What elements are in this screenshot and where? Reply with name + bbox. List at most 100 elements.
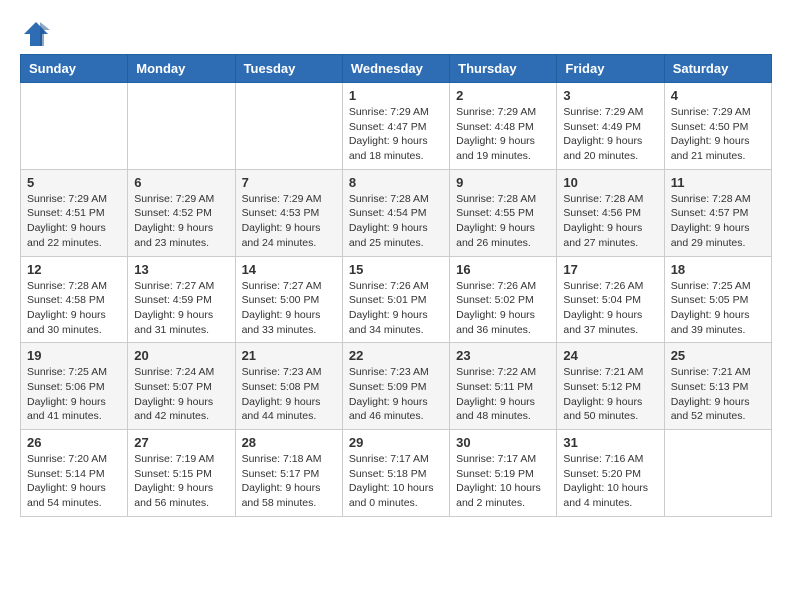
day-number: 6	[134, 175, 228, 190]
day-number: 22	[349, 348, 443, 363]
day-info: Sunrise: 7:29 AMSunset: 4:47 PMDaylight:…	[349, 105, 443, 164]
day-info: Sunrise: 7:23 AMSunset: 5:09 PMDaylight:…	[349, 365, 443, 424]
day-info: Sunrise: 7:23 AMSunset: 5:08 PMDaylight:…	[242, 365, 336, 424]
calendar-cell	[21, 83, 128, 170]
day-number: 27	[134, 435, 228, 450]
day-info: Sunrise: 7:22 AMSunset: 5:11 PMDaylight:…	[456, 365, 550, 424]
calendar-body: 1 Sunrise: 7:29 AMSunset: 4:47 PMDaylight…	[21, 83, 772, 517]
day-info: Sunrise: 7:29 AMSunset: 4:52 PMDaylight:…	[134, 192, 228, 251]
day-number: 29	[349, 435, 443, 450]
header-cell-monday: Monday	[128, 55, 235, 83]
logo	[20, 20, 50, 44]
day-info: Sunrise: 7:29 AMSunset: 4:51 PMDaylight:…	[27, 192, 121, 251]
calendar-cell	[664, 430, 771, 517]
day-info: Sunrise: 7:21 AMSunset: 5:12 PMDaylight:…	[563, 365, 657, 424]
calendar-cell	[128, 83, 235, 170]
day-info: Sunrise: 7:20 AMSunset: 5:14 PMDaylight:…	[27, 452, 121, 511]
day-number: 18	[671, 262, 765, 277]
day-number: 26	[27, 435, 121, 450]
calendar-cell: 30 Sunrise: 7:17 AMSunset: 5:19 PMDayligh…	[450, 430, 557, 517]
day-info: Sunrise: 7:28 AMSunset: 4:54 PMDaylight:…	[349, 192, 443, 251]
calendar-cell: 8 Sunrise: 7:28 AMSunset: 4:54 PMDaylight…	[342, 169, 449, 256]
day-number: 8	[349, 175, 443, 190]
calendar-cell: 24 Sunrise: 7:21 AMSunset: 5:12 PMDayligh…	[557, 343, 664, 430]
calendar-cell: 10 Sunrise: 7:28 AMSunset: 4:56 PMDayligh…	[557, 169, 664, 256]
day-info: Sunrise: 7:29 AMSunset: 4:50 PMDaylight:…	[671, 105, 765, 164]
day-number: 7	[242, 175, 336, 190]
day-number: 16	[456, 262, 550, 277]
day-number: 1	[349, 88, 443, 103]
calendar-cell: 4 Sunrise: 7:29 AMSunset: 4:50 PMDaylight…	[664, 83, 771, 170]
calendar-cell: 17 Sunrise: 7:26 AMSunset: 5:04 PMDayligh…	[557, 256, 664, 343]
calendar-week-2: 5Sunrise: 7:29 AMSunset: 4:51 PMDaylight…	[21, 169, 772, 256]
calendar-cell: 15 Sunrise: 7:26 AMSunset: 5:01 PMDayligh…	[342, 256, 449, 343]
day-number: 19	[27, 348, 121, 363]
day-info: Sunrise: 7:27 AMSunset: 4:59 PMDaylight:…	[134, 279, 228, 338]
day-info: Sunrise: 7:25 AMSunset: 5:05 PMDaylight:…	[671, 279, 765, 338]
day-number: 11	[671, 175, 765, 190]
day-info: Sunrise: 7:28 AMSunset: 4:56 PMDaylight:…	[563, 192, 657, 251]
day-info: Sunrise: 7:28 AMSunset: 4:55 PMDaylight:…	[456, 192, 550, 251]
calendar-cell: 2 Sunrise: 7:29 AMSunset: 4:48 PMDaylight…	[450, 83, 557, 170]
header-cell-sunday: Sunday	[21, 55, 128, 83]
day-number: 14	[242, 262, 336, 277]
day-info: Sunrise: 7:24 AMSunset: 5:07 PMDaylight:…	[134, 365, 228, 424]
day-info: Sunrise: 7:28 AMSunset: 4:58 PMDaylight:…	[27, 279, 121, 338]
calendar-cell: 6 Sunrise: 7:29 AMSunset: 4:52 PMDaylight…	[128, 169, 235, 256]
header-cell-thursday: Thursday	[450, 55, 557, 83]
day-number: 24	[563, 348, 657, 363]
day-number: 12	[27, 262, 121, 277]
calendar-cell: 13Sunrise: 7:27 AMSunset: 4:59 PMDayligh…	[128, 256, 235, 343]
calendar-cell	[235, 83, 342, 170]
day-info: Sunrise: 7:29 AMSunset: 4:49 PMDaylight:…	[563, 105, 657, 164]
header-cell-saturday: Saturday	[664, 55, 771, 83]
day-info: Sunrise: 7:17 AMSunset: 5:19 PMDaylight:…	[456, 452, 550, 511]
day-number: 4	[671, 88, 765, 103]
day-number: 21	[242, 348, 336, 363]
day-number: 23	[456, 348, 550, 363]
header-cell-wednesday: Wednesday	[342, 55, 449, 83]
calendar-cell: 20 Sunrise: 7:24 AMSunset: 5:07 PMDayligh…	[128, 343, 235, 430]
day-number: 25	[671, 348, 765, 363]
calendar-week-5: 26 Sunrise: 7:20 AMSunset: 5:14 PMDayligh…	[21, 430, 772, 517]
day-number: 20	[134, 348, 228, 363]
day-number: 31	[563, 435, 657, 450]
calendar-cell: 18 Sunrise: 7:25 AMSunset: 5:05 PMDayligh…	[664, 256, 771, 343]
calendar-cell: 5Sunrise: 7:29 AMSunset: 4:51 PMDaylight…	[21, 169, 128, 256]
day-info: Sunrise: 7:29 AMSunset: 4:53 PMDaylight:…	[242, 192, 336, 251]
calendar-cell: 3 Sunrise: 7:29 AMSunset: 4:49 PMDaylight…	[557, 83, 664, 170]
day-number: 3	[563, 88, 657, 103]
calendar-cell: 22 Sunrise: 7:23 AMSunset: 5:09 PMDayligh…	[342, 343, 449, 430]
day-number: 30	[456, 435, 550, 450]
day-info: Sunrise: 7:26 AMSunset: 5:01 PMDaylight:…	[349, 279, 443, 338]
header	[20, 20, 772, 44]
calendar-cell: 9Sunrise: 7:28 AMSunset: 4:55 PMDaylight…	[450, 169, 557, 256]
day-number: 10	[563, 175, 657, 190]
calendar-cell: 7 Sunrise: 7:29 AMSunset: 4:53 PMDaylight…	[235, 169, 342, 256]
header-cell-friday: Friday	[557, 55, 664, 83]
calendar-cell: 14Sunrise: 7:27 AMSunset: 5:00 PMDayligh…	[235, 256, 342, 343]
calendar-cell: 19Sunrise: 7:25 AMSunset: 5:06 PMDayligh…	[21, 343, 128, 430]
day-info: Sunrise: 7:26 AMSunset: 5:04 PMDaylight:…	[563, 279, 657, 338]
header-cell-tuesday: Tuesday	[235, 55, 342, 83]
calendar-week-3: 12 Sunrise: 7:28 AMSunset: 4:58 PMDayligh…	[21, 256, 772, 343]
calendar-table: SundayMondayTuesdayWednesdayThursdayFrid…	[20, 54, 772, 517]
day-number: 2	[456, 88, 550, 103]
calendar-cell: 31Sunrise: 7:16 AMSunset: 5:20 PMDayligh…	[557, 430, 664, 517]
calendar-cell: 28Sunrise: 7:18 AMSunset: 5:17 PMDayligh…	[235, 430, 342, 517]
calendar-cell: 11Sunrise: 7:28 AMSunset: 4:57 PMDayligh…	[664, 169, 771, 256]
day-number: 15	[349, 262, 443, 277]
day-number: 17	[563, 262, 657, 277]
calendar-cell: 29Sunrise: 7:17 AMSunset: 5:18 PMDayligh…	[342, 430, 449, 517]
calendar-cell: 26 Sunrise: 7:20 AMSunset: 5:14 PMDayligh…	[21, 430, 128, 517]
calendar-header-row: SundayMondayTuesdayWednesdayThursdayFrid…	[21, 55, 772, 83]
logo-icon	[22, 20, 50, 48]
calendar-week-4: 19Sunrise: 7:25 AMSunset: 5:06 PMDayligh…	[21, 343, 772, 430]
day-info: Sunrise: 7:26 AMSunset: 5:02 PMDaylight:…	[456, 279, 550, 338]
day-info: Sunrise: 7:29 AMSunset: 4:48 PMDaylight:…	[456, 105, 550, 164]
calendar-cell: 16 Sunrise: 7:26 AMSunset: 5:02 PMDayligh…	[450, 256, 557, 343]
day-info: Sunrise: 7:18 AMSunset: 5:17 PMDaylight:…	[242, 452, 336, 511]
calendar-cell: 12 Sunrise: 7:28 AMSunset: 4:58 PMDayligh…	[21, 256, 128, 343]
calendar-cell: 21 Sunrise: 7:23 AMSunset: 5:08 PMDayligh…	[235, 343, 342, 430]
calendar-week-1: 1 Sunrise: 7:29 AMSunset: 4:47 PMDaylight…	[21, 83, 772, 170]
